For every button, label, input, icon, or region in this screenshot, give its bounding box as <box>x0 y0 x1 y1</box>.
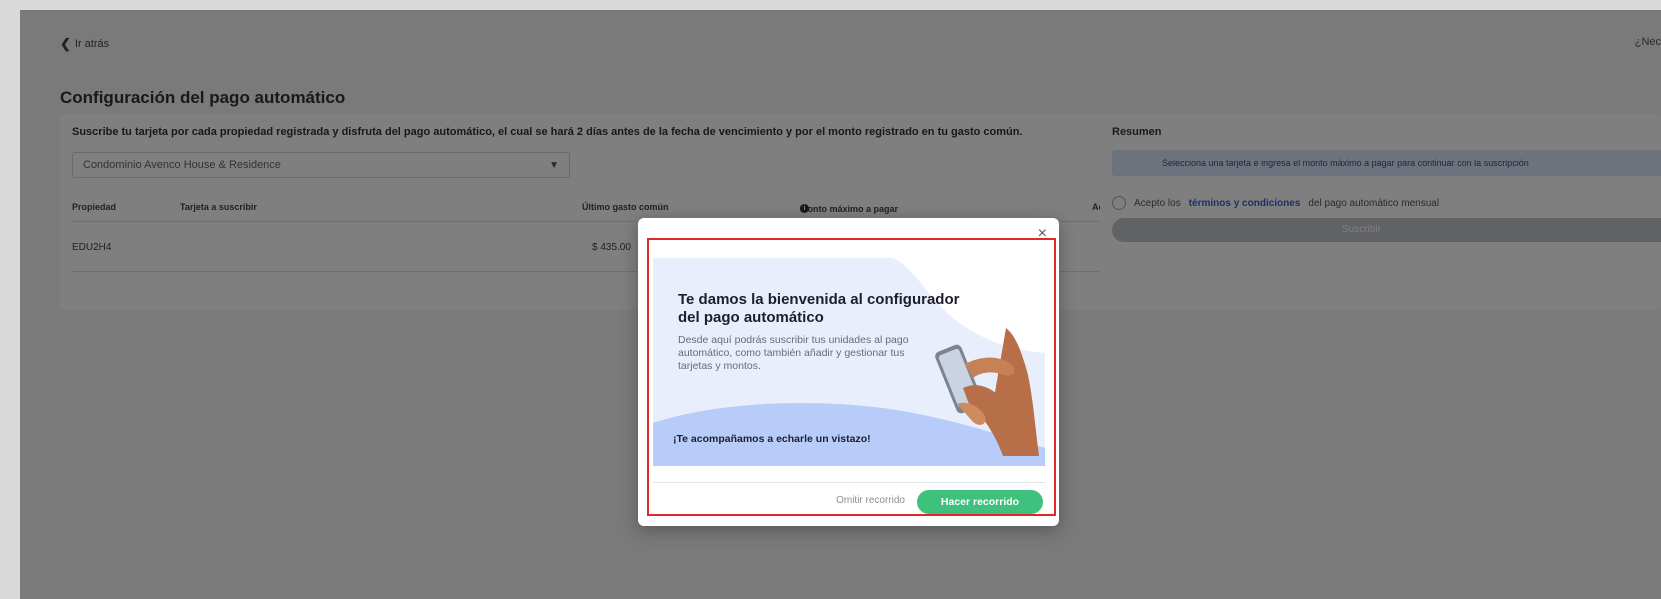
app-window: ❮ Ir atrás ¿Nec Configuración del pago a… <box>20 10 1661 599</box>
highlight-frame <box>647 238 1056 516</box>
welcome-modal: × Te damos la bienvenida al configurador… <box>638 218 1059 526</box>
